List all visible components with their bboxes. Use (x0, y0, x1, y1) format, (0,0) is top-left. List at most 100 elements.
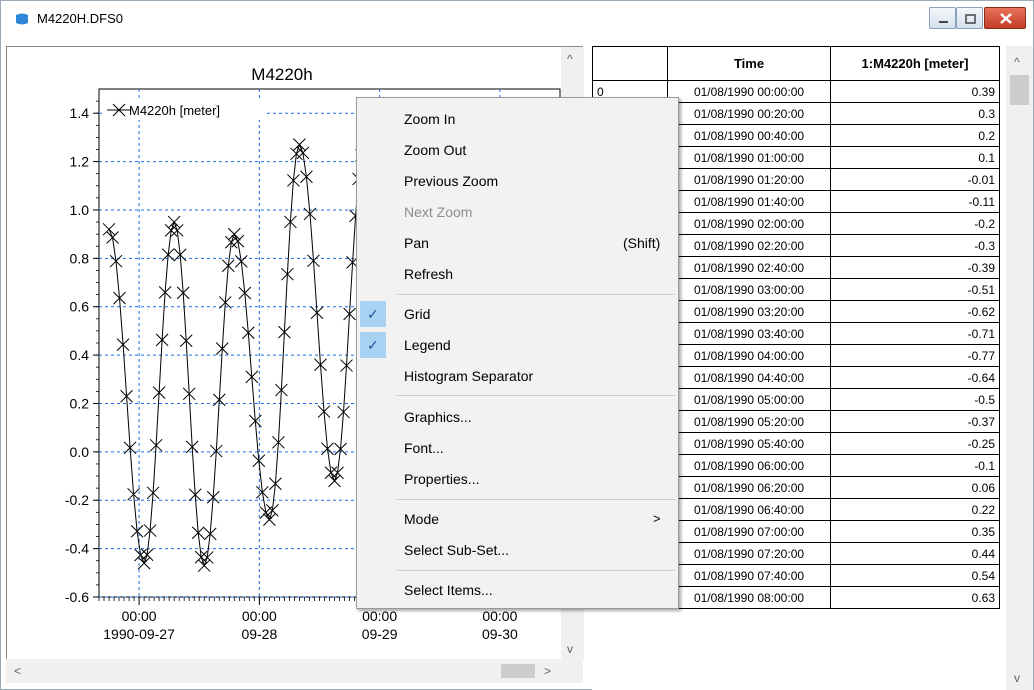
time-cell[interactable]: 01/08/1990 02:40:00 (667, 256, 831, 279)
value-cell[interactable]: 0.1 (830, 146, 1000, 169)
menu-item-zoom-out[interactable]: Zoom Out (357, 135, 678, 165)
menu-item-label: Properties... (404, 471, 480, 487)
y-tick-label: 0.4 (70, 347, 90, 363)
scroll-up-icon[interactable]: ^ (1014, 56, 1020, 68)
time-cell[interactable]: 01/08/1990 00:20:00 (667, 102, 831, 125)
data-point-marker (167, 215, 181, 229)
time-cell[interactable]: 01/08/1990 04:00:00 (667, 344, 831, 367)
menu-item-label: Zoom In (404, 111, 456, 127)
value-cell[interactable]: -0.1 (830, 454, 1000, 477)
value-cell[interactable]: -0.2 (830, 212, 1000, 235)
menu-item-label: Pan (404, 235, 429, 251)
time-cell[interactable]: 01/08/1990 03:00:00 (667, 278, 831, 301)
column-header-index[interactable] (592, 46, 668, 81)
time-cell[interactable]: 01/08/1990 03:20:00 (667, 300, 831, 323)
menu-item-label: Histogram Separator (404, 368, 534, 384)
time-cell[interactable]: 01/08/1990 06:00:00 (667, 454, 831, 477)
menu-item-font[interactable]: Font... (357, 433, 678, 463)
value-cell[interactable]: -0.01 (830, 168, 1000, 191)
minimize-button[interactable] (929, 7, 956, 29)
time-cell[interactable]: 01/08/1990 08:00:00 (667, 586, 831, 609)
column-header-time[interactable]: Time (667, 46, 831, 81)
time-cell[interactable]: 01/08/1990 02:00:00 (667, 212, 831, 235)
menu-item-label: Zoom Out (404, 142, 467, 158)
value-cell[interactable]: 0.2 (830, 124, 1000, 147)
x-tick-time-label: 00:00 (122, 608, 157, 624)
value-cell[interactable]: 0.39 (830, 80, 1000, 103)
maximize-button[interactable] (956, 7, 983, 29)
time-cell[interactable]: 01/08/1990 06:20:00 (667, 476, 831, 499)
time-cell[interactable]: 01/08/1990 02:20:00 (667, 234, 831, 257)
value-cell[interactable]: -0.77 (830, 344, 1000, 367)
vertical-scroll-thumb[interactable] (1010, 75, 1029, 105)
menu-item-grid[interactable]: ✓ Grid (357, 299, 678, 329)
x-tick-date-label: 09-28 (241, 626, 277, 642)
value-cell[interactable]: -0.3 (830, 234, 1000, 257)
window-title: M4220H.DFS0 (37, 11, 123, 26)
x-tick-date-label: 09-30 (482, 626, 518, 642)
menu-item-zoom-in[interactable]: Zoom In (357, 104, 678, 134)
time-cell[interactable]: 01/08/1990 00:00:00 (667, 80, 831, 103)
menu-item-refresh[interactable]: Refresh (357, 259, 678, 289)
value-cell[interactable]: -0.5 (830, 388, 1000, 411)
value-cell[interactable]: -0.11 (830, 190, 1000, 213)
time-cell[interactable]: 01/08/1990 05:40:00 (667, 432, 831, 455)
scroll-up-icon[interactable]: ^ (567, 53, 573, 65)
menu-item-legend[interactable]: ✓ Legend (357, 330, 678, 360)
value-cell[interactable]: -0.39 (830, 256, 1000, 279)
value-cell[interactable]: 0.44 (830, 542, 1000, 565)
menu-item-histogram-separator[interactable]: Histogram Separator (357, 361, 678, 391)
menu-separator (397, 570, 675, 571)
column-header-value[interactable]: 1:M4220h [meter] (830, 46, 1000, 81)
plot-horizontal-scrollbar[interactable]: < > (6, 659, 583, 683)
menu-item-select-items[interactable]: Select Items... (357, 575, 678, 605)
value-cell[interactable]: 0.3 (830, 102, 1000, 125)
menu-item-label: Next Zoom (404, 204, 473, 220)
value-cell[interactable]: 0.06 (830, 476, 1000, 499)
value-cell[interactable]: 0.63 (830, 586, 1000, 609)
menu-item-graphics[interactable]: Graphics... (357, 402, 678, 432)
horizontal-scroll-thumb[interactable] (501, 664, 535, 678)
time-cell[interactable]: 01/08/1990 07:00:00 (667, 520, 831, 543)
close-icon (1000, 13, 1012, 24)
time-cell[interactable]: 01/08/1990 07:40:00 (667, 564, 831, 587)
title-bar[interactable]: M4220H.DFS0 (1, 1, 1033, 37)
scroll-down-icon[interactable]: v (567, 643, 573, 655)
time-cell[interactable]: 01/08/1990 03:40:00 (667, 322, 831, 345)
value-cell[interactable]: -0.37 (830, 410, 1000, 433)
close-button[interactable] (984, 7, 1026, 29)
time-cell[interactable]: 01/08/1990 01:40:00 (667, 190, 831, 213)
data-point-marker (290, 147, 303, 161)
time-cell[interactable]: 01/08/1990 05:00:00 (667, 388, 831, 411)
time-cell[interactable]: 01/08/1990 05:20:00 (667, 410, 831, 433)
value-cell[interactable]: -0.25 (830, 432, 1000, 455)
time-cell[interactable]: 01/08/1990 06:40:00 (667, 498, 831, 521)
x-tick-date-label: 1990-09-27 (103, 626, 175, 642)
scroll-right-icon[interactable]: > (544, 665, 551, 677)
menu-item-mode[interactable]: Mode > (357, 504, 678, 534)
time-cell[interactable]: 01/08/1990 07:20:00 (667, 542, 831, 565)
menu-item-properties[interactable]: Properties... (357, 464, 678, 494)
menu-item-pan[interactable]: Pan (Shift) (357, 228, 678, 258)
menu-item-select-sub-set[interactable]: Select Sub-Set... (357, 535, 678, 565)
time-cell[interactable]: 01/08/1990 01:20:00 (667, 168, 831, 191)
y-tick-label: -0.4 (65, 541, 89, 557)
legend-label: M4220h [meter] (129, 103, 220, 118)
menu-item-previous-zoom[interactable]: Previous Zoom (357, 166, 678, 196)
value-cell[interactable]: -0.64 (830, 366, 1000, 389)
value-cell[interactable]: 0.22 (830, 498, 1000, 521)
time-cell[interactable]: 01/08/1990 04:40:00 (667, 366, 831, 389)
y-tick-label: -0.2 (65, 492, 89, 508)
value-cell[interactable]: -0.51 (830, 278, 1000, 301)
value-cell[interactable]: 0.35 (830, 520, 1000, 543)
checkmark-icon: ✓ (360, 301, 386, 327)
scroll-down-icon[interactable]: v (1014, 672, 1020, 684)
value-cell[interactable]: -0.71 (830, 322, 1000, 345)
time-cell[interactable]: 01/08/1990 00:40:00 (667, 124, 831, 147)
scroll-left-icon[interactable]: < (14, 665, 21, 677)
data-point-marker (224, 235, 238, 249)
table-vertical-scrollbar[interactable]: ^ v (1006, 46, 1033, 690)
value-cell[interactable]: -0.62 (830, 300, 1000, 323)
value-cell[interactable]: 0.54 (830, 564, 1000, 587)
time-cell[interactable]: 01/08/1990 01:00:00 (667, 146, 831, 169)
